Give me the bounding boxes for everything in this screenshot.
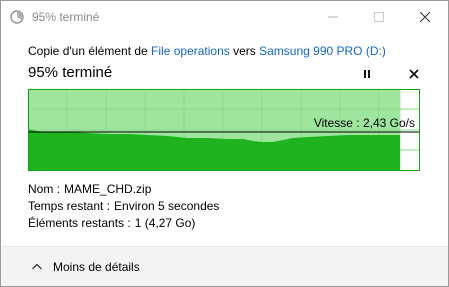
close-window-button[interactable] xyxy=(402,1,448,33)
minimize-icon xyxy=(328,16,338,18)
close-icon xyxy=(420,12,430,22)
items-label: Éléments restants : xyxy=(28,216,131,230)
less-details-button[interactable]: Moins de détails xyxy=(31,260,140,274)
copy-description: Copie d'un élément de File operations ve… xyxy=(28,44,386,58)
copy-middle: vers xyxy=(229,44,260,58)
cancel-button[interactable] xyxy=(405,65,423,83)
minimize-button[interactable] xyxy=(310,1,356,33)
detail-items-remaining: Éléments restants :1 (4,27 Go) xyxy=(28,216,195,230)
file-copy-dialog: 95% terminé Copie d'un élément de File o… xyxy=(0,0,449,287)
cancel-icon xyxy=(409,69,419,79)
name-label: Nom : xyxy=(28,182,61,196)
time-label: Temps restant : xyxy=(28,199,111,213)
pause-icon xyxy=(364,70,370,78)
source-link[interactable]: File operations xyxy=(151,44,230,58)
speed-label: Vitesse : 2,43 Go/s xyxy=(314,116,415,130)
less-details-label: Moins de détails xyxy=(53,260,140,274)
maximize-button[interactable] xyxy=(356,1,402,33)
time-value: Environ 5 secondes xyxy=(114,199,220,213)
transfer-speed-graph: Vitesse : 2,43 Go/s xyxy=(28,89,420,171)
chevron-up-icon xyxy=(32,263,42,270)
dialog-footer: Moins de détails xyxy=(1,246,448,286)
detail-time-remaining: Temps restant : Environ 5 secondes xyxy=(28,199,219,213)
name-value: MAME_CHD.zip xyxy=(64,182,152,196)
copy-window-icon xyxy=(10,10,24,24)
items-value: 1 (4,27 Go) xyxy=(134,216,196,230)
progress-title: 95% terminé xyxy=(28,64,113,81)
copy-prefix: Copie d'un élément de xyxy=(28,44,152,58)
title-bar: 95% terminé xyxy=(1,1,448,33)
detail-name: Nom : MAME_CHD.zip xyxy=(28,182,151,196)
destination-link[interactable]: Samsung 990 PRO (D:) xyxy=(259,44,386,58)
window-title: 95% terminé xyxy=(32,10,100,24)
pause-button[interactable] xyxy=(358,65,376,83)
maximize-icon xyxy=(374,12,384,22)
